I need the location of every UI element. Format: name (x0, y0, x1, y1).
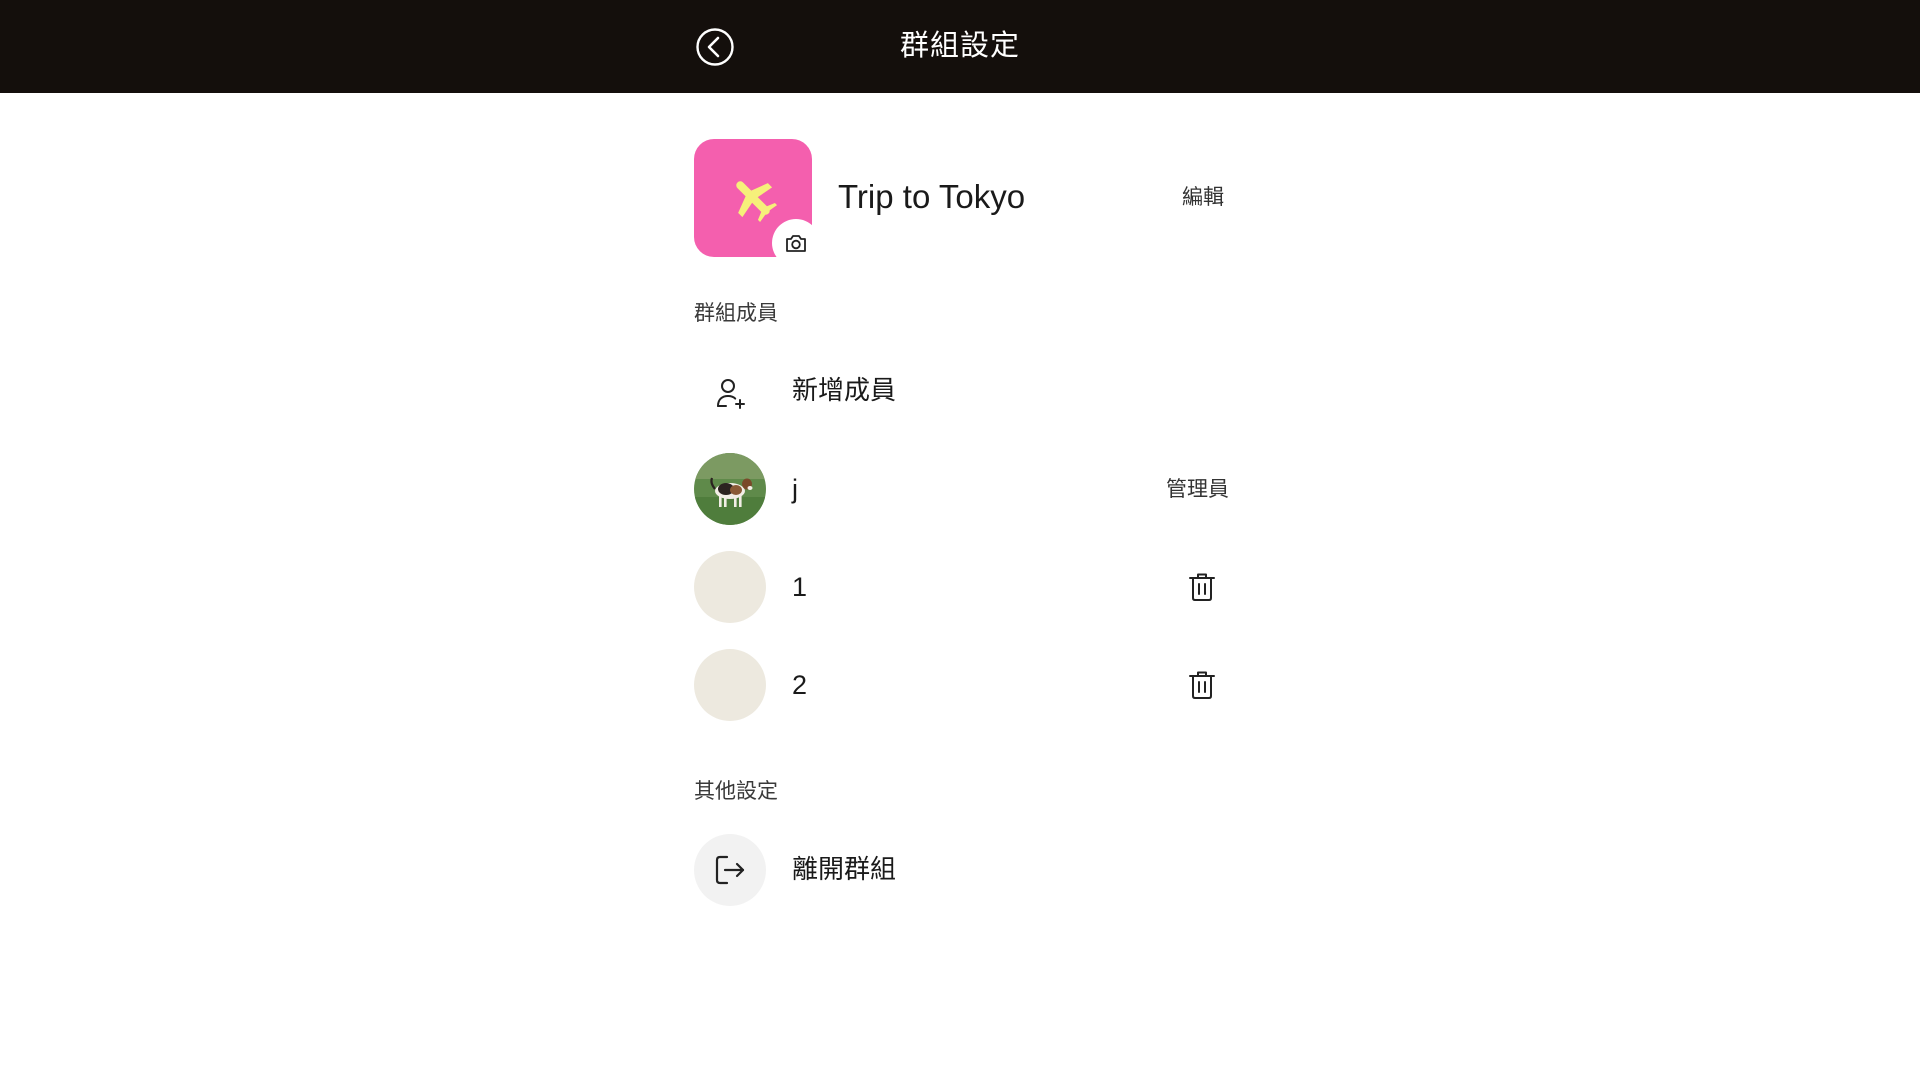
group-name: Trip to Tokyo (838, 178, 1026, 215)
avatar (694, 551, 766, 623)
member-row: 1 (694, 551, 1234, 623)
airplane-icon (736, 181, 778, 223)
other-settings-section-label: 其他設定 (694, 779, 778, 803)
member-name: j (792, 474, 798, 504)
page-title: 群組設定 (899, 28, 1020, 62)
camera-icon (786, 235, 806, 252)
member-role-badge: 管理員 (1166, 477, 1229, 501)
member-name: 2 (792, 670, 808, 700)
member-row: 2 (694, 649, 1234, 721)
members-section-label: 群組成員 (694, 301, 778, 325)
add-member-row[interactable]: 新增成員 (694, 355, 1234, 427)
group-avatar[interactable] (694, 139, 818, 265)
edit-group-name-button[interactable]: 編輯 (1182, 181, 1224, 211)
dog-photo (694, 453, 766, 525)
user-plus-icon (717, 379, 745, 409)
trash-icon[interactable] (1186, 669, 1218, 701)
member-name: 1 (792, 572, 808, 602)
logout-icon (715, 855, 745, 885)
avatar (694, 649, 766, 721)
leave-group-row[interactable]: 離開群組 (694, 834, 1234, 906)
settings-content: Trip to Tokyo 編輯 群組成員 新增成員 j 管理員 1 2 其他設… (694, 93, 1234, 1080)
top-bar: 群組設定 (0, 0, 1920, 93)
leave-icon-circle (694, 834, 766, 906)
member-row[interactable]: j 管理員 (694, 453, 1234, 525)
add-member-label: 新增成員 (792, 376, 897, 406)
avatar (694, 453, 766, 525)
leave-group-label: 離開群組 (792, 855, 897, 885)
change-photo-button[interactable] (774, 221, 818, 265)
top-bar-inner: 群組設定 (657, 0, 1263, 93)
trash-icon[interactable] (1186, 571, 1218, 603)
